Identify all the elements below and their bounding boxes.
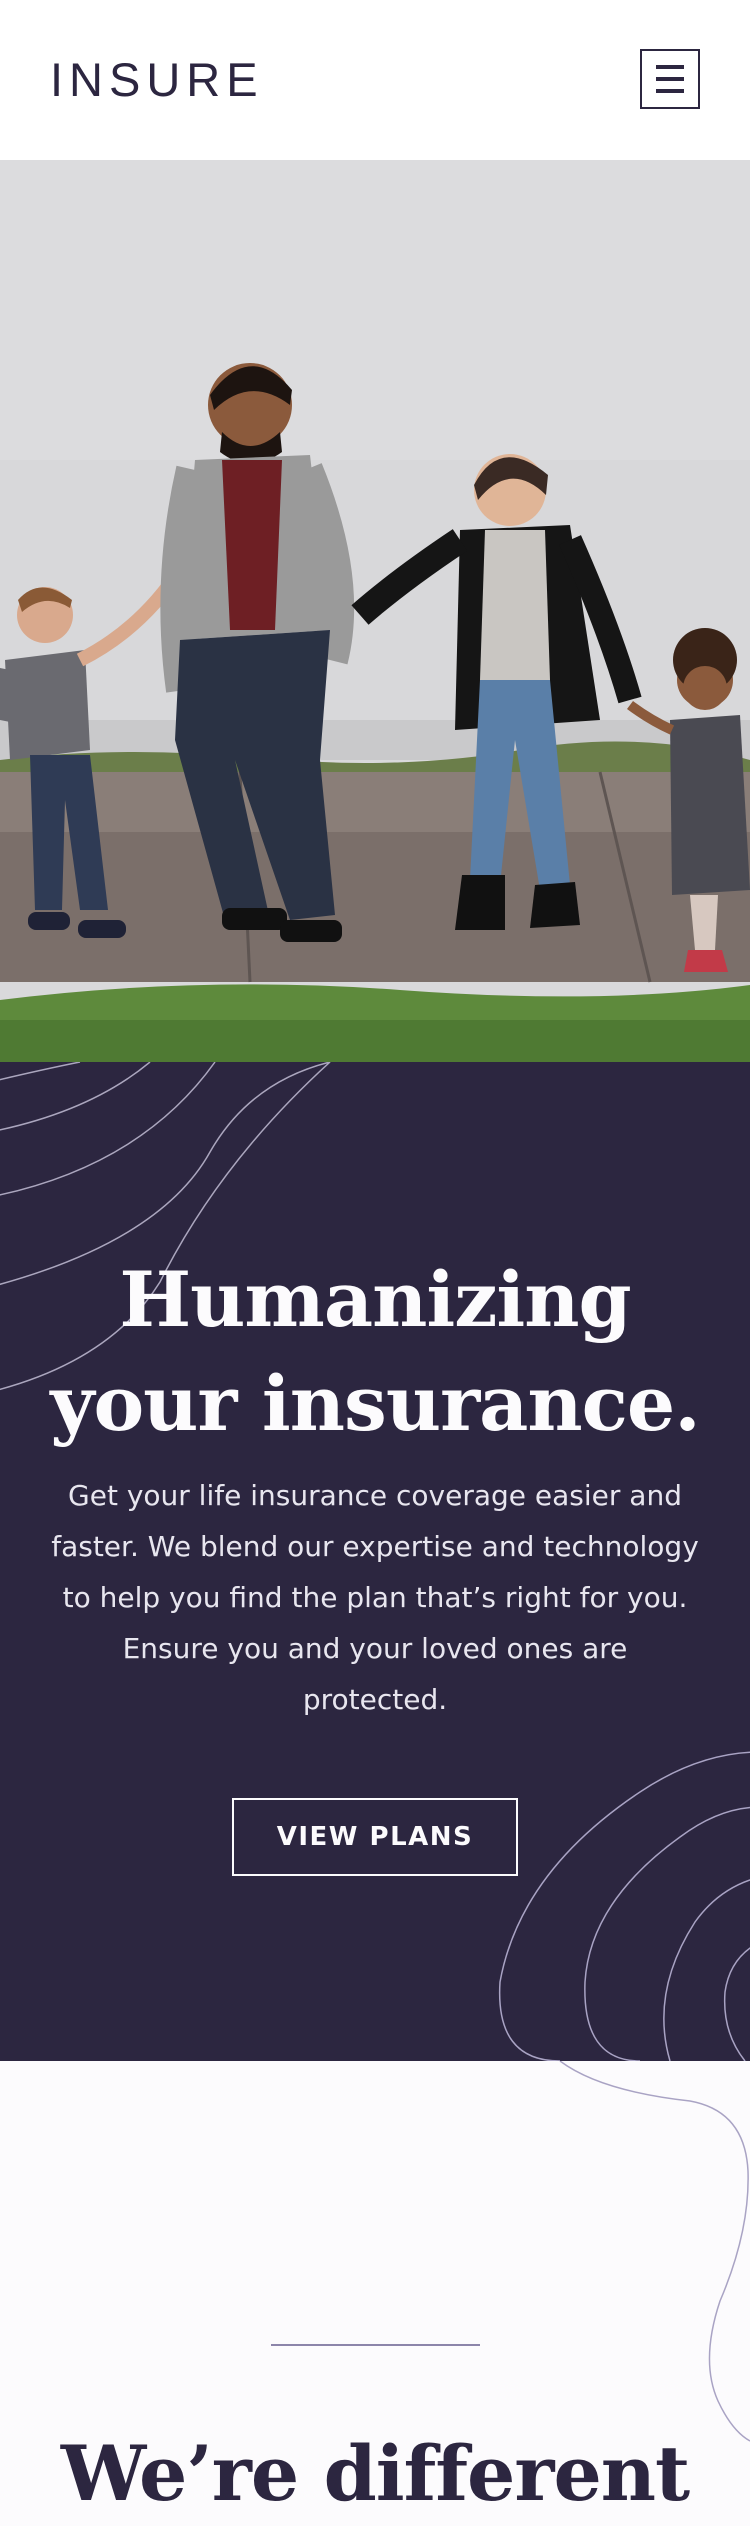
view-plans-button[interactable]: VIEW PLANS xyxy=(232,1798,518,1876)
hamburger-menu-icon-bar xyxy=(656,77,684,81)
family-walking-photo xyxy=(0,160,750,1062)
hero-title-line1: Humanizing xyxy=(119,1255,631,1344)
difference-title: We’re different xyxy=(60,2429,690,2518)
hamburger-menu-icon-bar xyxy=(656,89,684,93)
hero-title: Humanizing your insurance. xyxy=(0,1248,750,1456)
site-header: INSURE xyxy=(0,0,750,160)
hamburger-menu-icon xyxy=(656,65,684,69)
hero-section: Humanizing your insurance. Get your life… xyxy=(0,1062,750,2061)
section-divider xyxy=(271,2344,480,2346)
hero-family-image xyxy=(0,160,750,1062)
insure-logo[interactable]: INSURE xyxy=(50,55,264,105)
decorative-wave-lines-lower-icon xyxy=(559,2061,750,2442)
hamburger-menu-button[interactable] xyxy=(640,49,700,109)
hero-description: Get your life insurance coverage easier … xyxy=(51,1479,699,1716)
hero-title-line2: your insurance. xyxy=(50,1359,700,1448)
